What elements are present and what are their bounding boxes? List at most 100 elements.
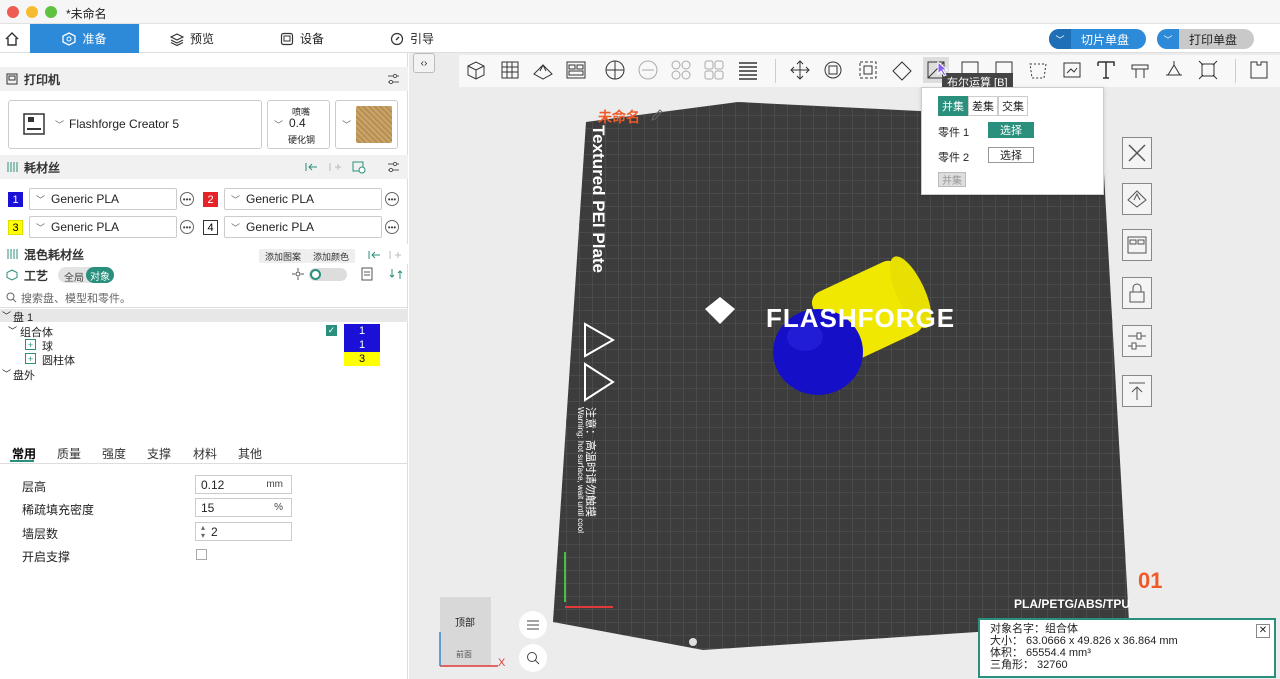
- part1-select-button[interactable]: 选择: [988, 122, 1034, 138]
- tab-guide[interactable]: 引导: [390, 24, 434, 53]
- advanced-params-icon[interactable]: [291, 267, 305, 281]
- menu-icon[interactable]: [519, 611, 547, 639]
- plate-layout-icon[interactable]: [701, 57, 727, 83]
- tab-difference[interactable]: 差集: [968, 96, 998, 116]
- filament-slot-1-more-icon[interactable]: •••: [180, 192, 194, 206]
- add-object-icon[interactable]: [463, 57, 489, 83]
- walls-value[interactable]: 2: [211, 525, 218, 539]
- filament-slot-1-select[interactable]: ﹀ Generic PLA: [29, 188, 177, 210]
- variable-layer-icon[interactable]: [735, 57, 761, 83]
- process-swap-icon[interactable]: [389, 267, 403, 281]
- settings-sliders-icon[interactable]: [387, 73, 400, 85]
- minimize-window-button[interactable]: [26, 6, 38, 18]
- add-color-button[interactable]: 添加颜色: [307, 249, 356, 263]
- plate-type-select[interactable]: ﹀: [335, 100, 398, 149]
- collapse-sidebar-icon[interactable]: ‹›: [413, 53, 435, 73]
- plate-orient-icon[interactable]: [1122, 183, 1152, 215]
- infill-field[interactable]: 15 %: [195, 498, 292, 517]
- lay-on-face-icon[interactable]: [889, 57, 915, 83]
- lock-plate-icon[interactable]: [1122, 277, 1152, 309]
- nozzle-select[interactable]: 喷嘴 ﹀ 0.4 硬化钢: [267, 100, 330, 149]
- walls-stepper[interactable]: ▴ ▾ 2: [195, 522, 292, 541]
- tab-union[interactable]: 并集: [938, 96, 968, 116]
- global-label[interactable]: 全局: [64, 269, 84, 284]
- edit-icon[interactable]: [650, 108, 664, 122]
- close-icon[interactable]: ✕: [1256, 624, 1270, 638]
- filament-slot-4-number[interactable]: 4: [203, 220, 218, 235]
- filament-slot-3-more-icon[interactable]: •••: [180, 220, 194, 234]
- split-parts-icon[interactable]: [635, 57, 661, 83]
- settings-tab-support[interactable]: 支撑: [147, 445, 171, 462]
- settings-tab-strength[interactable]: 强度: [102, 445, 126, 462]
- tree-outside-row[interactable]: ﹀ 盘外: [0, 367, 408, 382]
- settings-tab-material[interactable]: 材料: [193, 445, 217, 462]
- zoom-icon[interactable]: [519, 644, 547, 672]
- move-to-top-icon[interactable]: [1122, 375, 1152, 407]
- print-plate-button[interactable]: ﹀ 打印单盘: [1157, 29, 1254, 49]
- group-check-icon[interactable]: ✓: [326, 325, 337, 336]
- plate-arrange-icon[interactable]: [1122, 229, 1152, 261]
- split-objects-icon[interactable]: [602, 57, 628, 83]
- support-checkbox[interactable]: [196, 549, 207, 560]
- slice-dropdown-icon[interactable]: ﹀: [1049, 29, 1071, 49]
- close-window-button[interactable]: [7, 6, 19, 18]
- measure-icon[interactable]: [1127, 57, 1153, 83]
- tree-part-row[interactable]: + 球 1: [0, 338, 408, 353]
- tab-device[interactable]: 设备: [280, 24, 324, 53]
- tree-part-row[interactable]: + 圆柱体 3: [0, 352, 408, 367]
- seam-painting-icon[interactable]: [1059, 57, 1085, 83]
- add-plate-icon[interactable]: [497, 57, 523, 83]
- paint-support-icon[interactable]: [1025, 57, 1051, 83]
- add-pattern-button[interactable]: 添加图案: [259, 249, 308, 263]
- advanced-toggle[interactable]: [309, 268, 347, 281]
- settings-tab-quality[interactable]: 质量: [57, 445, 81, 462]
- part-filament-number[interactable]: 1: [344, 338, 380, 352]
- filament-settings-icon[interactable]: [352, 160, 366, 174]
- filament-slot-2-more-icon[interactable]: •••: [385, 192, 399, 206]
- filament-slot-1-number[interactable]: 1: [8, 192, 23, 207]
- settings-tab-other[interactable]: 其他: [238, 445, 262, 462]
- tab-preview[interactable]: 预览: [170, 24, 214, 53]
- rotate-icon[interactable]: [820, 57, 846, 83]
- object-label[interactable]: 对象: [86, 267, 114, 283]
- filament-slot-3-number[interactable]: 3: [8, 220, 23, 235]
- add-filament-icon[interactable]: [328, 161, 342, 173]
- tree-group-row[interactable]: ﹀ 组合体 ✓ 1: [0, 324, 408, 339]
- puzzle-icon[interactable]: [1246, 57, 1272, 83]
- text-tool-icon[interactable]: [1093, 57, 1119, 83]
- global-object-toggle[interactable]: 全局 对象: [58, 267, 114, 284]
- arrange-icon[interactable]: [563, 57, 589, 83]
- filament-sliders-icon[interactable]: [387, 161, 400, 173]
- search-input[interactable]: 搜索盘、模型和零件。: [21, 290, 131, 306]
- plate-chevron-icon[interactable]: ﹀: [2, 309, 11, 322]
- tab-prepare[interactable]: 准备: [30, 24, 139, 53]
- view-cube-top[interactable]: 顶部: [455, 614, 475, 629]
- filament-slot-2-number[interactable]: 2: [203, 192, 218, 207]
- zoom-window-button[interactable]: [45, 6, 57, 18]
- compare-icon[interactable]: [361, 267, 373, 281]
- tab-intersection[interactable]: 交集: [998, 96, 1028, 116]
- part2-select-button[interactable]: 选择: [988, 147, 1034, 163]
- plate-number[interactable]: 01: [1138, 568, 1162, 594]
- assembly-icon[interactable]: [1161, 57, 1187, 83]
- group-chevron-icon[interactable]: ﹀: [8, 324, 17, 337]
- filament-slot-4-select[interactable]: ﹀ Generic PLA: [224, 216, 382, 238]
- outside-chevron-icon[interactable]: ﹀: [2, 367, 11, 380]
- filament-slot-3-select[interactable]: ﹀ Generic PLA: [29, 216, 177, 238]
- mixed-add-icon[interactable]: [388, 249, 402, 261]
- fit-view-icon[interactable]: [1195, 57, 1221, 83]
- layer-height-field[interactable]: 0.12 mm: [195, 475, 292, 494]
- stepper-arrows-icon[interactable]: ▴ ▾: [201, 523, 205, 540]
- plate-settings-icon[interactable]: [1122, 325, 1152, 357]
- layout-icon[interactable]: [668, 57, 694, 83]
- object-search[interactable]: 搜索盘、模型和零件。: [0, 288, 408, 308]
- mixed-sync-icon[interactable]: [367, 249, 381, 261]
- filament-sync-icon[interactable]: [304, 161, 318, 173]
- home-button[interactable]: [0, 24, 30, 53]
- print-dropdown-icon[interactable]: ﹀: [1157, 29, 1179, 49]
- slice-plate-button[interactable]: ﹀ 切片单盘: [1049, 29, 1146, 49]
- layer-height-value[interactable]: 0.12: [201, 478, 224, 492]
- orient-icon[interactable]: [530, 57, 556, 83]
- filament-slot-4-more-icon[interactable]: •••: [385, 220, 399, 234]
- group-filament-number[interactable]: 1: [344, 324, 380, 338]
